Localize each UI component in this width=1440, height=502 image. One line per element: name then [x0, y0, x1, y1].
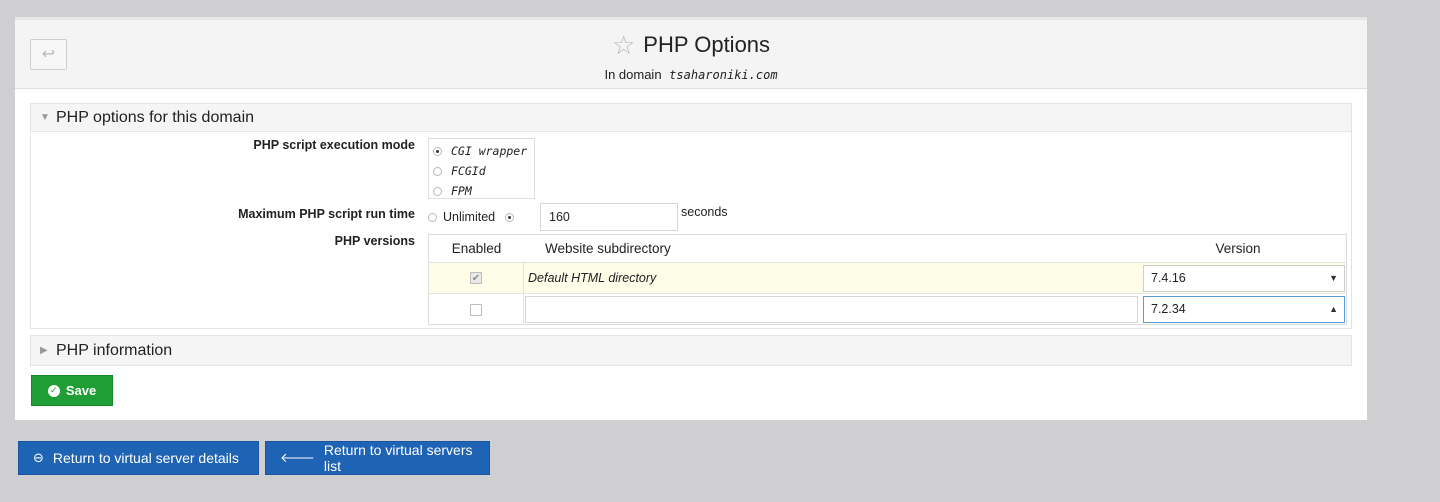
php-versions-label: PHP versions — [334, 234, 415, 248]
run-time-input[interactable]: 160 — [540, 203, 678, 231]
arrow-left-icon: 🡐 — [280, 450, 315, 465]
return-details-label: Return to virtual server details — [52, 450, 239, 466]
dropdown-arrow-up-icon: ▲ — [1329, 304, 1338, 314]
exec-mode-option-label: FPM — [451, 184, 472, 198]
star-icon[interactable]: ☆ — [612, 32, 635, 58]
column-version: Version — [1215, 241, 1261, 256]
enabled-checkbox[interactable]: ✔ — [470, 272, 482, 284]
subdirectory-cell: Default HTML directory — [528, 271, 657, 285]
subdirectory-cell — [524, 294, 1138, 325]
circle-arrow-left-icon: ⊖ — [33, 450, 44, 465]
version-value: 7.2.34 — [1151, 302, 1186, 316]
save-label: Save — [65, 383, 97, 398]
save-button[interactable]: ✓ Save — [31, 375, 113, 406]
page-subtitle: In domain tsaharoniki.com — [15, 67, 1367, 82]
php-info-section: ▶ PHP information — [30, 335, 1352, 366]
column-enabled: Enabled — [451, 241, 502, 256]
table-row: ✔ Default HTML directory 7.4.16 ▼ — [429, 263, 1346, 294]
radio-unlimited[interactable] — [428, 212, 437, 222]
radio-unselected-icon[interactable] — [433, 186, 442, 196]
enabled-checkbox[interactable] — [470, 303, 482, 316]
table-header: Enabled Website subdirectory Version — [429, 235, 1346, 263]
version-value: 7.4.16 — [1151, 270, 1186, 285]
page-header: ↩ ☆ PHP Options In domain tsaharoniki.co… — [15, 17, 1367, 89]
subdirectory-input[interactable] — [525, 296, 1138, 323]
php-info-section-header[interactable]: ▶ PHP information — [31, 336, 1351, 365]
exec-mode-label: PHP script execution mode — [253, 138, 415, 152]
check-circle-icon: ✓ — [47, 384, 60, 397]
run-time-label: Maximum PHP script run time — [238, 207, 415, 221]
collapse-triangle-icon: ▼ — [40, 112, 50, 123]
return-list-label: Return to virtual servers list — [323, 442, 473, 474]
enabled-cell — [429, 294, 524, 325]
column-subdirectory: Website subdirectory — [545, 241, 671, 256]
exec-mode-option[interactable]: FPM — [433, 181, 534, 201]
enabled-cell: ✔ — [429, 263, 524, 293]
php-info-section-title: PHP information — [56, 341, 173, 359]
main-panel: ↩ ☆ PHP Options In domain tsaharoniki.co… — [15, 17, 1367, 420]
exec-mode-option[interactable]: FCGId — [433, 161, 534, 181]
exec-mode-option[interactable]: CGI wrapper — [433, 141, 534, 161]
table-row: 7.2.34 ▲ — [429, 294, 1346, 325]
return-list-button[interactable]: 🡐 Return to virtual servers list — [265, 441, 490, 475]
run-time-options: Unlimited — [428, 206, 523, 228]
php-options-section-header[interactable]: ▼ PHP options for this domain — [31, 104, 1351, 132]
exec-mode-option-label: CGI wrapper — [451, 144, 528, 158]
php-versions-table: Enabled Website subdirectory Version ✔ D… — [428, 234, 1347, 325]
unlimited-label: Unlimited — [443, 210, 496, 224]
radio-custom-time[interactable] — [505, 212, 515, 222]
seconds-unit: seconds — [681, 205, 728, 219]
version-select[interactable]: 7.4.16 ▼ — [1143, 264, 1345, 292]
exec-mode-radio-group: CGI wrapper FCGId FPM — [428, 138, 535, 199]
radio-selected-icon[interactable] — [433, 146, 442, 156]
domain-name: tsaharoniki.com — [669, 68, 778, 82]
expand-triangle-icon: ▶ — [40, 345, 48, 356]
return-details-button[interactable]: ⊖ Return to virtual server details — [18, 441, 259, 475]
radio-unselected-icon[interactable] — [433, 166, 442, 176]
page-title: PHP Options — [643, 32, 771, 57]
php-options-section-title: PHP options for this domain — [56, 108, 255, 126]
subtitle-prefix: In domain — [604, 67, 662, 82]
version-select[interactable]: 7.2.34 ▲ — [1143, 296, 1345, 323]
dropdown-arrow-icon: ▼ — [1329, 272, 1338, 283]
exec-mode-option-label: FCGId — [451, 164, 486, 178]
